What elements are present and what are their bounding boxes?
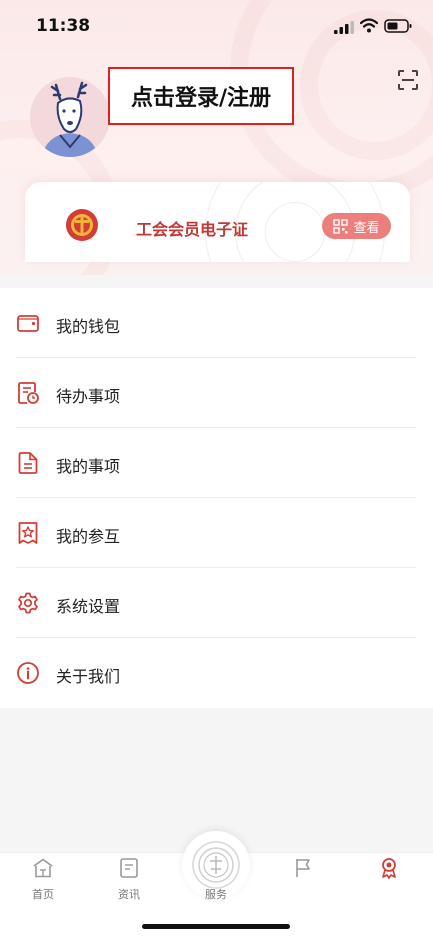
tab-profile[interactable] (359, 853, 419, 913)
status-bar: 11:38 (0, 0, 433, 54)
deer-avatar-icon (30, 77, 110, 157)
tab-news[interactable]: 资讯 (99, 853, 159, 913)
member-card[interactable]: 工会会员电子证 查看 (25, 182, 410, 262)
scan-icon[interactable] (397, 69, 419, 91)
document-icon (18, 452, 38, 474)
qr-code-icon (333, 218, 349, 234)
profile-medal-icon (382, 858, 396, 879)
menu-item-todo[interactable]: 待办事项 (0, 358, 433, 428)
gear-icon (18, 592, 38, 614)
menu-item-label: 我的参互 (56, 527, 121, 546)
news-icon (120, 858, 138, 878)
menu-item-label: 待办事项 (56, 387, 121, 406)
wallet-icon (17, 315, 39, 332)
signal-icon (334, 21, 354, 34)
home-icon (33, 858, 53, 878)
menu-item-wallet[interactable]: 我的钱包 (0, 288, 433, 358)
menu-list: 我的钱包 待办事项 我的事项 我的参互 系统设置 关于我们 (0, 288, 433, 708)
menu-item-about[interactable]: 关于我们 (0, 638, 433, 708)
login-register-button[interactable]: 点击登录/注册 (108, 67, 294, 125)
union-logo-icon (66, 209, 98, 241)
view-card-label: 查看 (353, 220, 380, 236)
menu-item-my-matters[interactable]: 我的事项 (0, 428, 433, 498)
info-icon (17, 662, 39, 684)
wifi-icon (360, 18, 378, 33)
home-indicator (142, 924, 290, 929)
tab-flag[interactable] (273, 853, 333, 913)
menu-item-label: 我的事项 (56, 457, 121, 476)
flag-icon (296, 859, 310, 877)
tab-service[interactable]: 服务 (186, 853, 246, 913)
tab-home[interactable]: 首页 (13, 853, 73, 913)
star-badge-icon (18, 522, 38, 544)
menu-item-participation[interactable]: 我的参互 (0, 498, 433, 568)
status-time: 11:38 (36, 16, 91, 36)
tab-label: 资讯 (118, 888, 140, 901)
avatar[interactable] (30, 77, 110, 157)
menu-item-label: 我的钱包 (56, 317, 121, 336)
view-card-button[interactable]: 查看 (322, 213, 391, 239)
todo-clock-icon (18, 382, 39, 404)
tab-label: 首页 (32, 888, 54, 901)
tab-label: 服务 (205, 888, 227, 901)
member-card-title: 工会会员电子证 (136, 220, 249, 239)
menu-item-label: 关于我们 (56, 667, 121, 686)
battery-icon (384, 19, 412, 33)
login-register-label: 点击登录/注册 (130, 86, 272, 111)
menu-item-label: 系统设置 (56, 597, 121, 616)
menu-item-settings[interactable]: 系统设置 (0, 568, 433, 638)
